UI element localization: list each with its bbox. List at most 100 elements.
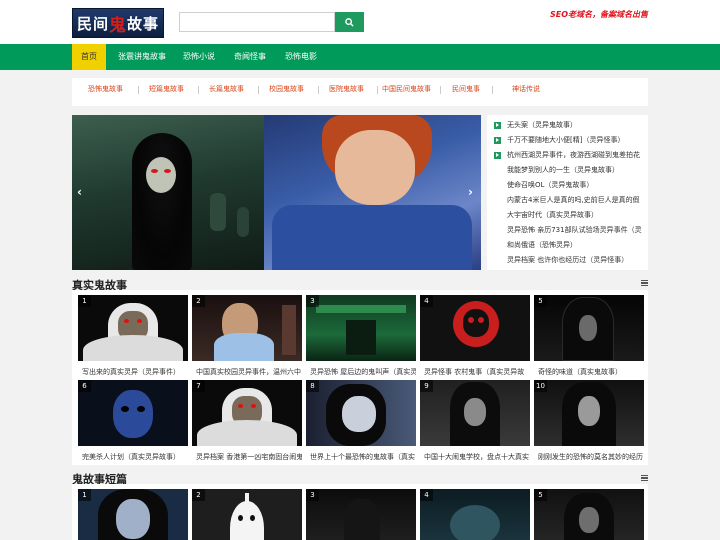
category-link[interactable]: 医院鬼故事 <box>329 78 364 106</box>
story-thumbnail[interactable]: 8 <box>306 380 416 446</box>
story-card[interactable]: 7 灵异档案 香港第一凶宅南固台闹鬼 <box>192 380 302 462</box>
category-divider <box>377 86 378 94</box>
story-card[interactable]: 8 世界上十个最恐怖的鬼故事（真实 <box>306 380 416 462</box>
white-cloak <box>83 335 183 361</box>
story-title[interactable]: 完美杀人计划（真实灵异故事） <box>78 452 188 462</box>
list-item[interactable]: 杭州西湖灵异事件，夜游西湖碰到鬼差拍花 <box>487 148 648 163</box>
list-item[interactable]: 无头案（灵异鬼故事） <box>487 118 648 133</box>
story-thumbnail[interactable]: 2 <box>192 489 302 540</box>
story-thumbnail[interactable]: 3 <box>306 295 416 361</box>
skull-eye <box>478 317 484 323</box>
doll-clothes <box>272 205 472 270</box>
category-divider <box>258 86 259 94</box>
story-thumbnail[interactable]: 10 <box>534 380 644 446</box>
nav-item-horror-movie[interactable]: 恐怖电影 <box>280 44 322 70</box>
rank-badge: 6 <box>78 380 91 392</box>
blue-cloth <box>214 333 274 361</box>
story-card[interactable]: 4 灵异怪事 农村鬼事（真实灵异故 <box>420 295 530 377</box>
list-item[interactable]: 大宇宙时代（真实灵异故事） <box>487 208 648 223</box>
category-link[interactable]: 中国民间鬼故事 <box>382 78 431 106</box>
nav-item-horror-novel[interactable]: 恐怖小说 <box>178 44 220 70</box>
category-link[interactable]: 神话传说 <box>512 78 540 106</box>
slide-image-ghost-girl[interactable] <box>72 115 264 270</box>
category-link[interactable]: 民间鬼事 <box>452 78 480 106</box>
story-thumbnail[interactable]: 2 <box>192 295 302 361</box>
water-swirl <box>450 505 500 540</box>
nav-item-strange-events[interactable]: 奇闻怪事 <box>229 44 271 70</box>
list-item[interactable]: 使命召唤OL（灵异鬼故事） <box>487 178 648 193</box>
story-card[interactable]: 3 <box>306 489 416 540</box>
story-thumbnail[interactable]: 5 <box>534 295 644 361</box>
white-cloak <box>197 420 297 446</box>
story-thumbnail[interactable]: 9 <box>420 380 530 446</box>
featured-slider[interactable]: ‹ › <box>72 115 481 270</box>
list-icon[interactable] <box>641 280 648 286</box>
story-title[interactable]: 中国十大闹鬼学校，盘点十大真实 <box>420 452 530 462</box>
list-item[interactable]: 千万不要随地大小便[精]（灵异怪事） <box>487 133 648 148</box>
story-title[interactable]: 灵异档案 香港第一凶宅南固台闹鬼 <box>192 452 302 462</box>
list-item[interactable]: 内蒙古4米巨人是真的吗,史前巨人是真的假 <box>487 193 648 208</box>
nav-item-zhangzhen[interactable]: 张震讲鬼故事 <box>112 44 172 70</box>
story-card[interactable]: 5 奇怪的味道（真实鬼故事） <box>534 295 644 377</box>
story-card[interactable]: 1 写出来的真实灵异（灵异事件） <box>78 295 188 377</box>
rank-badge: 3 <box>306 295 319 307</box>
story-title[interactable]: 灵异恐怖 屋后边的鬼叫声（真实灵 <box>306 367 416 377</box>
slider-next-icon[interactable]: › <box>468 185 473 199</box>
list-item[interactable]: 我能梦到别人的一生（灵异鬼故事） <box>487 163 648 178</box>
list-icon[interactable] <box>641 475 648 481</box>
category-divider <box>492 86 493 94</box>
story-thumbnail[interactable]: 5 <box>534 489 644 540</box>
red-eye <box>238 404 243 408</box>
red-eye <box>124 319 129 323</box>
search-button[interactable] <box>335 12 364 32</box>
story-grid-real: 1 写出来的真实灵异（灵异事件） 2 中国真实校园灵异事件，温州六中 3 灵异恐… <box>72 290 648 465</box>
category-link[interactable]: 校园鬼故事 <box>269 78 304 106</box>
story-card[interactable]: 9 中国十大闹鬼学校，盘点十大真实 <box>420 380 530 462</box>
category-link[interactable]: 长篇鬼故事 <box>209 78 244 106</box>
story-title[interactable]: 中国真实校园灵异事件，温州六中 <box>192 367 302 377</box>
story-thumbnail[interactable]: 3 <box>306 489 416 540</box>
slider-prev-icon[interactable]: ‹ <box>77 185 82 199</box>
slogan[interactable]: SEO老域名，备案域名出售 <box>550 9 648 20</box>
story-title[interactable]: 灵异怪事 农村鬼事（真实灵异故 <box>420 367 530 377</box>
story-card[interactable]: 5 <box>534 489 644 540</box>
story-card[interactable]: 6 完美杀人计划（真实灵异故事） <box>78 380 188 462</box>
category-divider <box>440 86 441 94</box>
story-thumbnail[interactable]: 4 <box>420 489 530 540</box>
story-thumbnail[interactable]: 7 <box>192 380 302 446</box>
corridor-door <box>346 320 376 355</box>
story-card[interactable]: 3 灵异恐怖 屋后边的鬼叫声（真实灵 <box>306 295 416 377</box>
page: 民间鬼故事 SEO老域名，备案域名出售 首页 张震讲鬼故事 恐怖小说 奇闻怪事 … <box>0 0 720 540</box>
ghost-eye <box>137 406 145 412</box>
story-card[interactable]: 10 刚刚发生的恐怖的莫名其妙的经历 <box>534 380 644 462</box>
story-title[interactable]: 刚刚发生的恐怖的莫名其妙的经历 <box>534 452 644 462</box>
category-link[interactable]: 短篇鬼故事 <box>149 78 184 106</box>
story-title[interactable]: 世界上十个最恐怖的鬼故事（真实 <box>306 452 416 462</box>
background-figure <box>237 207 249 237</box>
story-card[interactable]: 2 <box>192 489 302 540</box>
story-thumbnail[interactable]: 1 <box>78 489 188 540</box>
story-thumbnail[interactable]: 4 <box>420 295 530 361</box>
search-input[interactable] <box>179 12 335 32</box>
story-thumbnail[interactable]: 6 <box>78 380 188 446</box>
cross-icon <box>245 493 249 503</box>
list-item[interactable]: 灵异档案 也许你也经历过（灵异怪事） <box>487 253 648 268</box>
rank-badge: 3 <box>306 489 319 501</box>
list-item[interactable]: 和尚俄语（恐怖灵异） <box>487 238 648 253</box>
category-link[interactable]: 恐怖鬼故事 <box>88 78 123 106</box>
story-title[interactable]: 奇怪的味道（真实鬼故事） <box>534 367 644 377</box>
story-card[interactable]: 4 <box>420 489 530 540</box>
logo-text-1: 民间 <box>76 14 109 33</box>
ghost-eye <box>151 169 158 173</box>
nav-item-home[interactable]: 首页 <box>72 44 106 70</box>
story-card[interactable]: 1 <box>78 489 188 540</box>
ghost-silhouette <box>344 499 380 540</box>
story-card[interactable]: 2 中国真实校园灵异事件，温州六中 <box>192 295 302 377</box>
site-logo[interactable]: 民间鬼故事 <box>72 8 164 38</box>
story-thumbnail[interactable]: 1 <box>78 295 188 361</box>
ghost-face <box>578 396 600 426</box>
red-eye <box>137 319 142 323</box>
story-title[interactable]: 写出来的真实灵异（灵异事件） <box>78 367 188 377</box>
list-item[interactable]: 灵异恐怖 亲历731部队试验场灵异事件（灵 <box>487 223 648 238</box>
blue-face <box>113 390 153 438</box>
